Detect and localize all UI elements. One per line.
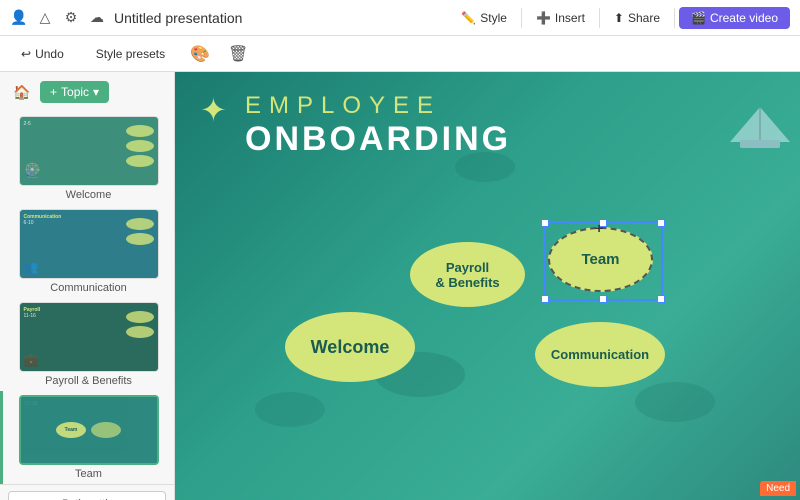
topbar: 👤 △ ⚙ ☁ Untitled presentation ✏️ Style ➕… bbox=[0, 0, 800, 36]
plus-add-indicator[interactable]: + bbox=[595, 220, 603, 236]
toolbar: ↩ Undo Style presets 🎨 🗑 bbox=[0, 36, 800, 72]
separator3 bbox=[674, 8, 675, 28]
node-payroll[interactable]: Payroll & Benefits bbox=[410, 242, 525, 307]
slide-range2: 6-10 bbox=[24, 220, 34, 226]
thumb-ellipse bbox=[126, 140, 154, 152]
slide-label-welcome: Welcome bbox=[66, 189, 112, 201]
thumb-ellipse3 bbox=[126, 311, 154, 323]
undo-icon: ↩ bbox=[21, 47, 31, 61]
slide-title-top: EMPLOYEE bbox=[245, 92, 511, 120]
sidebar-header: 🏠 + Topic ▾ bbox=[0, 72, 174, 112]
undo-button[interactable]: ↩ Undo bbox=[10, 42, 75, 66]
chevron-down-icon: ▾ bbox=[93, 85, 99, 99]
slide-thumbnail-communication: Communication 6-10 👥 bbox=[19, 209, 159, 279]
sidebar-footer: ⇌ Path settings bbox=[0, 484, 174, 500]
thumb-ellipse2 bbox=[126, 233, 154, 245]
slide-item-payroll[interactable]: Payroll 11-16 💼 Payroll & Benefits bbox=[0, 298, 174, 391]
node-team[interactable]: Team bbox=[548, 227, 653, 292]
video-icon: 🎬 bbox=[691, 11, 706, 25]
separator2 bbox=[599, 8, 600, 28]
slide-label-payroll: Payroll & Benefits bbox=[45, 375, 132, 387]
slide-label-team: Team bbox=[75, 468, 102, 480]
need-badge: Need bbox=[760, 481, 796, 496]
slide-label-communication: Communication bbox=[50, 282, 126, 294]
slide-title-bottom: ONBOARDING bbox=[245, 120, 511, 159]
thumb-ellipse bbox=[126, 155, 154, 167]
plus-icon: + bbox=[50, 85, 57, 99]
slide-title-area: EMPLOYEE ONBOARDING bbox=[205, 92, 511, 159]
slide-thumbnail-payroll: Payroll 11-16 💼 bbox=[19, 302, 159, 372]
style-icon: ✏️ bbox=[461, 11, 476, 25]
thumb-ellipse bbox=[126, 125, 154, 137]
lily-deco-2 bbox=[255, 392, 325, 427]
create-video-button[interactable]: 🎬 Create video bbox=[679, 7, 790, 29]
presentation-title: Untitled presentation bbox=[114, 10, 242, 26]
slide-thumbnail-team: 17-18 Team bbox=[19, 395, 159, 465]
topbar-actions: ✏️ Style ➕ Insert ⬆ Share 🎬 Create video bbox=[451, 7, 790, 29]
palette-icon[interactable]: 🎨 bbox=[186, 40, 214, 68]
thumb-ellipse3 bbox=[126, 326, 154, 338]
slide-range: 2-5 bbox=[24, 121, 31, 127]
lily-deco-3 bbox=[635, 382, 715, 422]
user-icon[interactable]: 👤 bbox=[10, 9, 28, 27]
share-button[interactable]: ⬆ Share bbox=[604, 7, 670, 29]
slide-item-team[interactable]: 17-18 Team Team bbox=[0, 391, 174, 484]
thumb-ellipse2 bbox=[126, 218, 154, 230]
style-presets-button[interactable]: Style presets bbox=[85, 42, 176, 66]
trash-icon[interactable]: 🗑 bbox=[224, 40, 252, 68]
slide-item-communication[interactable]: Communication 6-10 👥 Communication bbox=[0, 205, 174, 298]
node-welcome[interactable]: Welcome bbox=[285, 312, 415, 382]
home-button[interactable]: 🏠 bbox=[8, 78, 36, 106]
slide-item-welcome[interactable]: 2-5 🎡 Welcome bbox=[0, 112, 174, 205]
cloud-icon[interactable]: ☁ bbox=[88, 9, 106, 27]
boat-decoration bbox=[720, 102, 800, 162]
topic-button[interactable]: + Topic ▾ bbox=[40, 81, 109, 103]
share-icon: ⬆ bbox=[614, 11, 624, 25]
slide-thumbnail-welcome: 2-5 🎡 bbox=[19, 116, 159, 186]
bell-icon[interactable]: △ bbox=[36, 9, 54, 27]
slide-range3: 11-16 bbox=[24, 313, 36, 319]
path-settings-button[interactable]: ⇌ Path settings bbox=[8, 491, 166, 500]
sidebar: 🏠 + Topic ▾ 2-5 🎡 Welcome bbox=[0, 72, 175, 500]
settings-icon[interactable]: ⚙ bbox=[62, 9, 80, 27]
style-button[interactable]: ✏️ Style bbox=[451, 7, 517, 29]
insert-icon: ➕ bbox=[536, 11, 551, 25]
main-area: 🏠 + Topic ▾ 2-5 🎡 Welcome bbox=[0, 72, 800, 500]
insert-button[interactable]: ➕ Insert bbox=[526, 7, 595, 29]
separator bbox=[521, 8, 522, 28]
node-communication[interactable]: Communication bbox=[535, 322, 665, 387]
canvas-area[interactable]: ✦ EMPLOYEE ONBOARDING bbox=[175, 72, 800, 500]
